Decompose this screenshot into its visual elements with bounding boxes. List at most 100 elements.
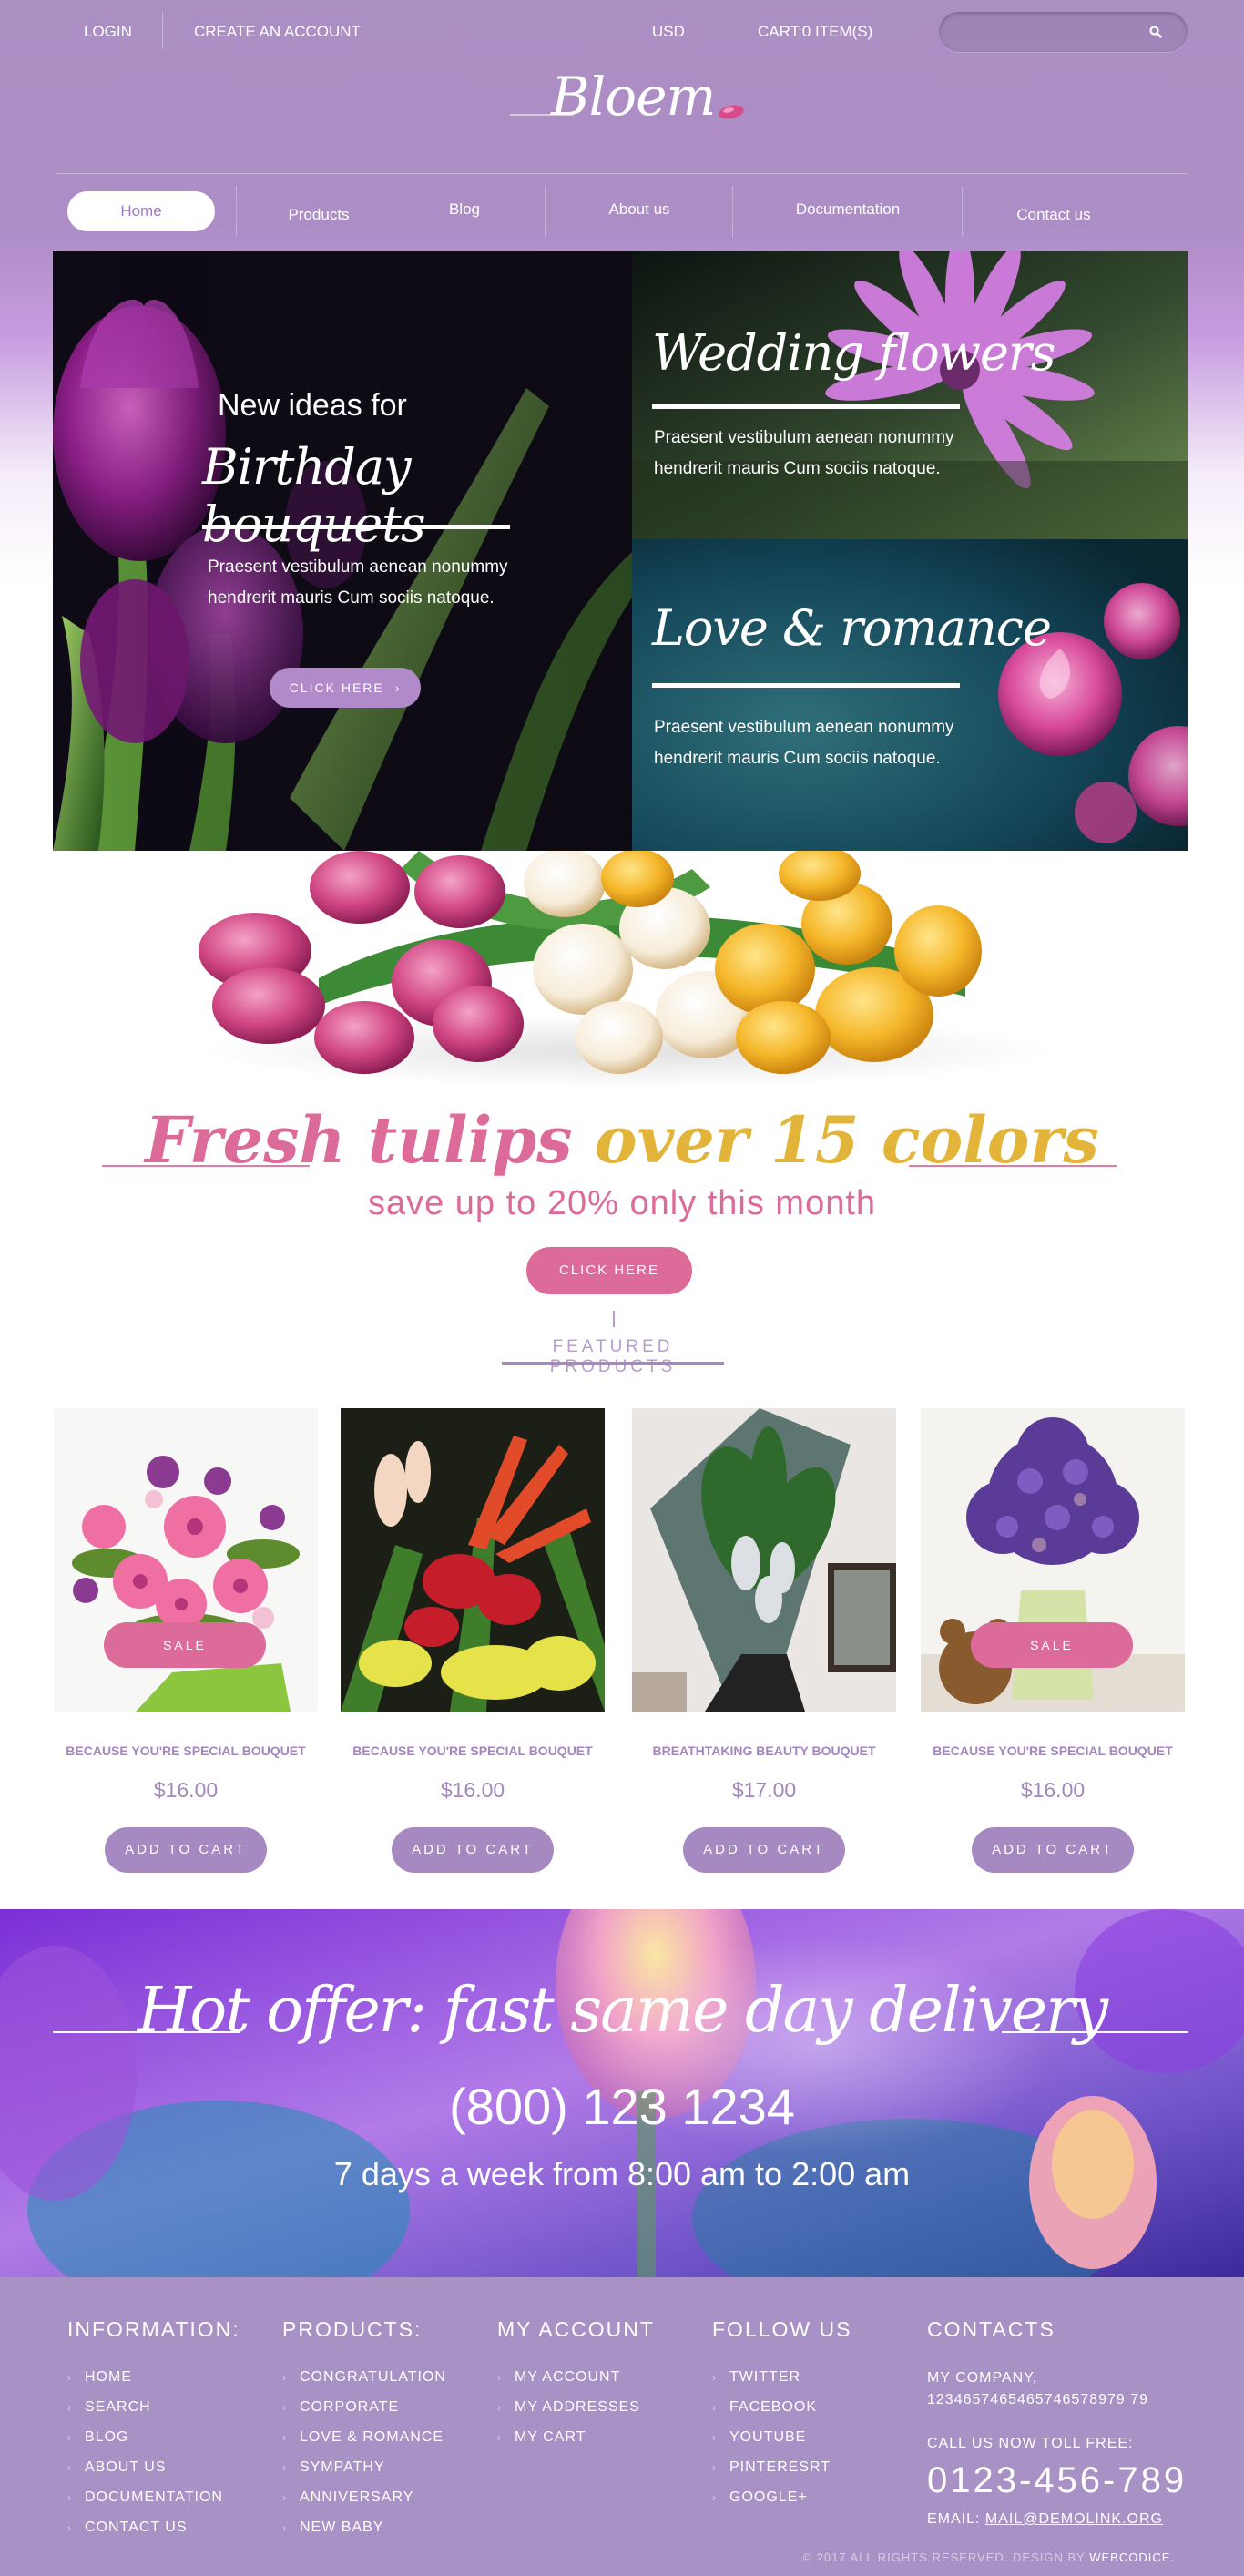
designer-link[interactable]: WEBCODICE. [1089,2550,1175,2564]
chevron-right-icon: › [282,2371,287,2384]
chevron-right-icon: › [67,2521,72,2534]
footer-link-about[interactable]: › ABOUT US [67,2458,240,2488]
login-link[interactable]: LOGIN [84,23,132,41]
chevron-right-icon: › [282,2521,287,2534]
add-to-cart-button[interactable]: ADD TO CART [392,1827,554,1873]
footer: INFORMATION: › HOME › SEARCH › BLOG › ABOUT … [0,2277,1244,2576]
product-image-calla-lily-bouquet[interactable] [632,1408,896,1712]
footer-account-heading: MY ACCOUNT [497,2317,655,2341]
footer-link-label: SEARCH [85,2399,151,2415]
footer-link-my-addresses[interactable]: › MY ADDRESSES [497,2397,655,2428]
footer-link-label: NEW BABY [300,2520,384,2535]
chevron-right-icon: › [67,2491,72,2504]
featured-underline [502,1362,724,1365]
nav-products[interactable]: Products [237,195,401,235]
footer-link-corporate[interactable]: › CORPORATE [282,2397,446,2428]
footer-link-home[interactable]: › HOME [67,2367,240,2397]
footer-link-my-cart[interactable]: › MY CART [497,2428,655,2458]
love-description: Praesent vestibulum aenean nonummy hendr… [654,718,954,768]
product-name[interactable]: BECAUSE YOU'RE SPECIAL BOUQUET [921,1743,1185,1758]
footer-link-youtube[interactable]: › YOUTUBE [712,2428,851,2458]
chevron-right-icon: › [712,2491,717,2504]
hot-offer-phone[interactable]: (800) 123 1234 [0,2077,1244,2136]
product-price: $17.00 [731,1778,797,1802]
create-account-link[interactable]: CREATE AN ACCOUNT [194,23,361,41]
banner-love[interactable]: Love & romance Praesent vestibulum aenea… [632,539,1188,851]
footer-link-contact[interactable]: › CONTACT US [67,2518,240,2548]
product-card[interactable]: SALE BECAUSE YOU'RE SPECIAL BOUQUET $16.… [921,1408,1185,1873]
footer-follow-column: FOLLOW US › TWITTER › FACEBOOK › YOUTUBE › P… [712,2317,851,2518]
love-title: Love & romance [652,599,1052,657]
footer-account-column: MY ACCOUNT › MY ACCOUNT › MY ADDRESSES › MY… [497,2317,655,2458]
birthday-rule [202,525,510,529]
footer-link-label: DOCUMENTATION [85,2489,223,2505]
footer-link-my-account[interactable]: › MY ACCOUNT [497,2367,655,2397]
product-card[interactable]: BREATHTAKING BEAUTY BOUQUET $17.00 ADD T… [632,1408,896,1873]
nav-documentation[interactable]: Documentation [733,189,963,230]
banner-wedding[interactable]: Wedding flowers Praesent vestibulum aene… [632,251,1188,539]
header-divider [56,173,1188,174]
product-price: $16.00 [440,1778,505,1802]
footer-link-anniversary[interactable]: › ANNIVERSARY [282,2488,446,2518]
currency-selector[interactable]: USD [652,23,685,41]
footer-link-label: HOME [85,2369,132,2385]
footer-link-label: SYMPATHY [300,2459,385,2475]
birthday-title: Birthday bouquets [202,438,426,553]
wedding-description: Praesent vestibulum aenean nonummy hendr… [654,428,954,478]
footer-link-google-plus[interactable]: › GOOGLE+ [712,2488,851,2518]
main-nav: Home Products Blog About us Documentatio… [56,182,1188,240]
contact-phone[interactable]: 0123-456-789 [927,2460,1200,2501]
footer-link-label: CONTACT US [85,2520,188,2535]
footer-link-documentation[interactable]: › DOCUMENTATION [67,2488,240,2518]
footer-link-search[interactable]: › SEARCH [67,2397,240,2428]
birthday-description: Praesent vestibulum aenean nonummy hendr… [208,557,508,608]
footer-products-heading: PRODUCTS: [282,2317,423,2341]
footer-link-twitter[interactable]: › TWITTER [712,2367,851,2397]
nav-contact[interactable]: Contact us [963,195,1145,235]
product-card[interactable]: BECAUSE YOU'RE SPECIAL BOUQUET $16.00 AD… [341,1408,605,1873]
product-card[interactable]: SALE BECAUSE YOU'RE SPECIAL BOUQUET $16.… [54,1408,318,1873]
footer-link-sympathy[interactable]: › SYMPATHY [282,2458,446,2488]
birthday-click-here-button[interactable]: CLICK HERE › [270,668,421,708]
product-name[interactable]: BECAUSE YOU'RE SPECIAL BOUQUET [54,1743,318,1758]
footer-link-blog[interactable]: › BLOG [67,2428,240,2458]
search-input[interactable] [953,19,1136,45]
product-name[interactable]: BREATHTAKING BEAUTY BOUQUET [632,1743,896,1758]
petal-icon [719,105,744,119]
cart-link[interactable]: CART:0 ITEM(S) [758,23,872,41]
email-link[interactable]: MAIL@DEMOLINK.ORG [985,2511,1163,2527]
promo-click-here-button[interactable]: CLICK HERE [526,1247,692,1294]
footer-link-congratulation[interactable]: › CONGRATULATION [282,2367,446,2397]
search-icon[interactable] [1149,26,1162,38]
product-name[interactable]: BECAUSE YOU'RE SPECIAL BOUQUET [341,1743,605,1758]
footer-link-new-baby[interactable]: › NEW BABY [282,2518,446,2548]
chevron-right-icon: › [282,2461,287,2474]
nav-blog[interactable]: Blog [382,189,546,230]
product-image-tropical-bouquet[interactable] [341,1408,605,1712]
nav-about[interactable]: About us [546,189,733,230]
toll-free-label: CALL US NOW TOLL FREE: [927,2436,1134,2451]
footer-link-label: ABOUT US [85,2459,167,2475]
footer-link-pinterest[interactable]: › PINTERESRT [712,2458,851,2488]
add-to-cart-button[interactable]: ADD TO CART [683,1827,845,1873]
banner-birthday[interactable]: New ideas for Birthday bouquets Praesent… [53,251,632,851]
footer-link-label: MY CART [515,2429,586,2445]
nav-home[interactable]: Home [67,191,215,231]
top-divider [162,13,163,49]
copyright-text: © 2017 ALL RIGHTS RESERVED. DESIGN BY [802,2550,1086,2564]
chevron-right-icon: › [712,2371,717,2384]
add-to-cart-button[interactable]: ADD TO CART [972,1827,1134,1873]
chevron-right-icon: › [394,680,402,695]
promo-title-gold: over 15 colors [572,1102,1099,1178]
love-rule [652,683,960,688]
footer-link-label: YOUTUBE [729,2429,807,2445]
footer-link-love-romance[interactable]: › LOVE & ROMANCE [282,2428,446,2458]
footer-follow-heading: FOLLOW US [712,2317,852,2341]
chevron-right-icon: › [712,2461,717,2474]
footer-link-label: CONGRATULATION [300,2369,446,2385]
add-to-cart-button[interactable]: ADD TO CART [105,1827,267,1873]
tulip-bouquet-image [199,851,1056,1088]
footer-link-facebook[interactable]: › FACEBOOK [712,2397,851,2428]
wedding-title: Wedding flowers [652,324,1055,382]
site-logo[interactable]: Bloem [510,66,744,138]
